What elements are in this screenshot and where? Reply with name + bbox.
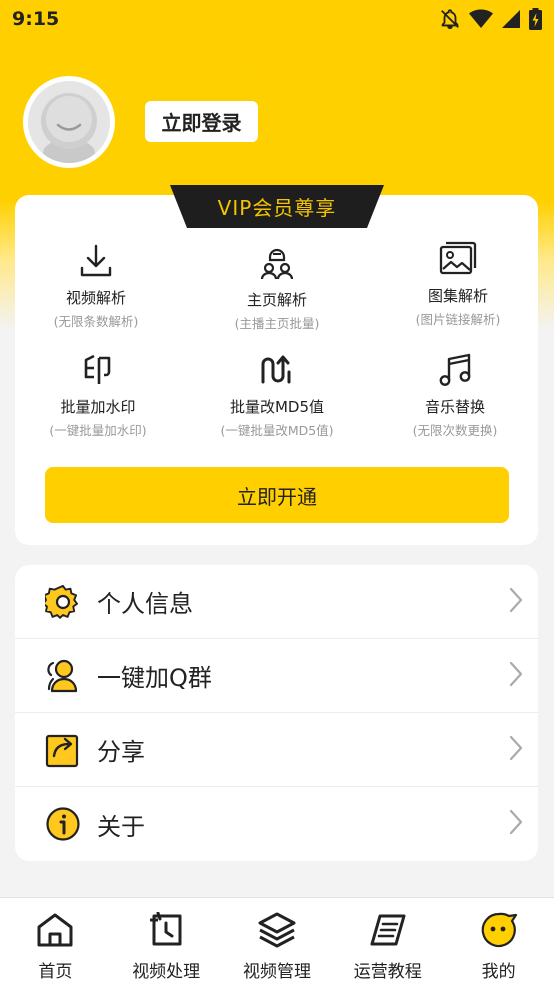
menu-item-label: 一键加Q群 bbox=[97, 664, 212, 692]
menu-item-label: 分享 bbox=[97, 738, 145, 766]
nav-item-video-management[interactable]: 视频管理 bbox=[222, 898, 333, 985]
music-note-icon bbox=[368, 352, 542, 388]
menu-item-profile-info[interactable]: 个人信息 bbox=[15, 565, 538, 639]
chevron-right-icon bbox=[508, 587, 524, 617]
home-icon bbox=[35, 912, 75, 952]
download-icon bbox=[9, 243, 183, 279]
layers-icon bbox=[257, 912, 297, 952]
chevron-right-icon bbox=[508, 809, 524, 839]
battery-charging-icon bbox=[529, 8, 542, 30]
feature-homepage-parse[interactable]: 主页解析 (主播主页批量) bbox=[190, 243, 364, 332]
vip-badge: VIP会员尊享 bbox=[217, 196, 337, 220]
feature-subtitle: (一键批量加水印) bbox=[49, 423, 147, 438]
feature-batch-watermark[interactable]: 批量加水印 (一键批量加水印) bbox=[11, 352, 185, 439]
feature-title: 批量改MD5值 bbox=[229, 398, 325, 416]
feature-subtitle: (无限次数更换) bbox=[412, 423, 498, 438]
feature-subtitle: (图片链接解析) bbox=[415, 312, 501, 327]
avatar[interactable] bbox=[23, 76, 115, 168]
feature-gallery-parse[interactable]: 图集解析 (图片链接解析) bbox=[371, 241, 545, 328]
notifications-off-icon bbox=[439, 8, 461, 30]
signal-icon bbox=[501, 9, 521, 29]
gallery-icon bbox=[371, 241, 545, 277]
notebook-icon bbox=[368, 912, 408, 952]
feature-title: 主页解析 bbox=[246, 291, 307, 309]
feature-title: 图集解析 bbox=[427, 287, 488, 305]
open-vip-button[interactable]: 立即开通 bbox=[45, 467, 509, 523]
settings-menu: 个人信息 一键加Q群 分享 关于 bbox=[15, 565, 538, 861]
smiley-icon bbox=[479, 912, 519, 952]
feature-subtitle: (主播主页批量) bbox=[234, 316, 320, 331]
info-icon bbox=[45, 806, 81, 842]
menu-item-label: 关于 bbox=[97, 812, 145, 841]
feature-title: 音乐替换 bbox=[424, 398, 485, 416]
feature-batch-md5[interactable]: 批量改MD5值 (一键批量改MD5值) bbox=[190, 352, 364, 439]
wifi-icon bbox=[469, 9, 493, 29]
user-group-icon bbox=[45, 658, 81, 694]
chevron-right-icon bbox=[508, 735, 524, 765]
feature-title: 批量加水印 bbox=[60, 398, 136, 416]
wave-icon bbox=[190, 352, 364, 388]
menu-item-label: 个人信息 bbox=[97, 590, 193, 618]
feature-video-parse[interactable]: 视频解析 (无限条数解析) bbox=[9, 243, 183, 330]
people-icon bbox=[190, 243, 364, 281]
chevron-right-icon bbox=[508, 661, 524, 691]
default-avatar-icon bbox=[28, 81, 110, 163]
feature-title: 视频解析 bbox=[65, 289, 126, 307]
video-clock-icon bbox=[146, 911, 186, 952]
bottom-navigation: 首页 视频处理 视频管理 运营教程 我的 bbox=[0, 897, 554, 985]
nav-label: 首页 bbox=[38, 962, 73, 982]
status-bar: 9:15 bbox=[0, 0, 554, 38]
nav-item-tutorials[interactable]: 运营教程 bbox=[332, 898, 443, 985]
nav-label: 运营教程 bbox=[353, 962, 422, 982]
menu-item-join-qq-group[interactable]: 一键加Q群 bbox=[15, 639, 538, 713]
nav-label: 视频管理 bbox=[242, 962, 311, 982]
menu-item-about[interactable]: 关于 bbox=[15, 787, 538, 861]
feature-subtitle: (一键批量改MD5值) bbox=[220, 423, 334, 438]
status-time: 9:15 bbox=[12, 8, 60, 30]
nav-item-video-processing[interactable]: 视频处理 bbox=[111, 898, 222, 985]
feature-subtitle: (无限条数解析) bbox=[53, 314, 139, 329]
gear-icon bbox=[45, 584, 81, 620]
nav-label: 视频处理 bbox=[132, 962, 201, 982]
stamp-icon bbox=[11, 352, 185, 388]
menu-item-share[interactable]: 分享 bbox=[15, 713, 538, 787]
nav-label: 我的 bbox=[481, 962, 516, 982]
share-icon bbox=[45, 732, 81, 768]
feature-music-replace[interactable]: 音乐替换 (无限次数更换) bbox=[368, 352, 542, 439]
login-button[interactable]: 立即登录 bbox=[145, 101, 258, 142]
nav-item-home[interactable]: 首页 bbox=[0, 898, 111, 985]
nav-item-mine[interactable]: 我的 bbox=[443, 898, 554, 985]
